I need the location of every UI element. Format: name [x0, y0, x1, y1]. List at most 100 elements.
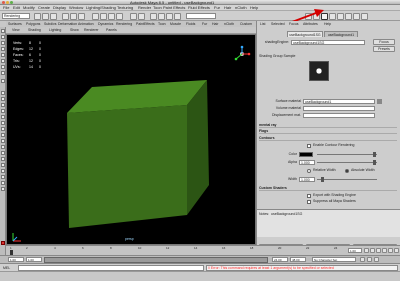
layout-render-icon[interactable] — [1, 121, 5, 125]
playback-start-field[interactable]: 1.00 — [26, 257, 42, 262]
current-frame-field[interactable]: 1.00 — [348, 248, 362, 253]
attr-menu-item[interactable]: Selected — [271, 21, 285, 27]
select-hierarchy-icon[interactable] — [62, 13, 69, 20]
section-contours[interactable]: Contours — [259, 136, 397, 141]
go-to-end-icon[interactable] — [394, 248, 399, 253]
perspective-viewport[interactable]: Verts: Edges: Faces: Tris: UVs: 8 12 6 1… — [6, 34, 256, 245]
alpha-slider[interactable] — [317, 162, 377, 163]
panel-menu-item[interactable]: Lighting — [49, 27, 61, 34]
layout-single-icon[interactable] — [1, 91, 5, 95]
quick-selection-field[interactable] — [186, 13, 216, 19]
export-checkbox[interactable] — [307, 194, 311, 198]
layout-uv-icon[interactable] — [1, 169, 5, 173]
mode-selector[interactable]: Rendering — [2, 13, 30, 19]
attr-menu-item[interactable]: Focus — [289, 21, 299, 27]
color-slider-handle[interactable] — [373, 152, 376, 157]
relative-width-radio[interactable] — [307, 169, 311, 173]
close-icon[interactable] — [2, 1, 5, 4]
manipulator-tool-icon[interactable] — [1, 65, 5, 69]
render-settings-icon[interactable] — [174, 13, 181, 20]
channel-box-icon[interactable] — [345, 13, 352, 20]
auto-key-icon[interactable] — [367, 257, 372, 262]
playback-end-field[interactable]: 24.00 — [272, 257, 288, 262]
tool-settings-icon[interactable] — [329, 13, 336, 20]
play-back-icon[interactable] — [376, 248, 381, 253]
construction-history-icon[interactable] — [138, 13, 145, 20]
layout-custom-icon[interactable] — [1, 151, 5, 155]
layout-persp-graph-icon[interactable] — [1, 109, 5, 113]
open-scene-icon[interactable] — [42, 13, 49, 20]
history-icon[interactable] — [130, 13, 137, 20]
layout-persp-outliner-icon[interactable] — [1, 103, 5, 107]
layout-visor-icon[interactable] — [1, 187, 5, 191]
select-component-icon[interactable] — [78, 13, 85, 20]
map-button-icon[interactable] — [377, 99, 382, 104]
start-time-field[interactable]: 1.00 — [8, 257, 24, 262]
attr-menu-item[interactable]: Attributes — [303, 21, 318, 27]
presets-button[interactable]: Presets — [373, 46, 395, 52]
enable-contour-checkbox[interactable] — [307, 144, 311, 148]
save-scene-icon[interactable] — [50, 13, 57, 20]
step-forward-icon[interactable] — [388, 248, 393, 253]
color-swatch[interactable] — [299, 152, 313, 157]
lasso-tool-icon[interactable] — [1, 35, 5, 39]
width-slider[interactable] — [317, 179, 377, 180]
displacement-material-field[interactable] — [303, 113, 375, 118]
select-tool-icon[interactable] — [1, 29, 5, 33]
snap-point-icon[interactable] — [108, 13, 115, 20]
render-view-icon[interactable] — [150, 13, 157, 20]
layout-dope-icon[interactable] — [1, 133, 5, 137]
minimize-icon[interactable] — [6, 1, 9, 4]
layout-script-icon[interactable] — [1, 175, 5, 179]
paint-select-tool-icon[interactable] — [1, 41, 5, 45]
outliner-icon[interactable] — [353, 13, 360, 20]
end-time-field[interactable]: 48.00 — [290, 257, 306, 262]
color-slider[interactable] — [317, 154, 377, 155]
ipr-render-icon[interactable] — [166, 13, 173, 20]
preferences-icon[interactable] — [374, 257, 379, 262]
new-scene-icon[interactable] — [34, 13, 41, 20]
character-set-field[interactable]: No Character Set — [312, 257, 356, 262]
view-axis-widget-icon[interactable] — [233, 45, 251, 63]
snap-plane-icon[interactable] — [116, 13, 123, 20]
attr-menu-item[interactable]: Help — [324, 21, 331, 27]
key-icon[interactable] — [360, 257, 365, 262]
zoom-icon[interactable] — [10, 1, 13, 4]
layout-outliner-icon[interactable] — [1, 145, 5, 149]
attr-menu-item[interactable]: List — [260, 21, 265, 27]
cube-mesh[interactable] — [47, 65, 217, 240]
snap-grid-icon[interactable] — [92, 13, 99, 20]
width-field[interactable]: 1.000 — [299, 177, 315, 182]
panel-menu-item[interactable]: Renderer — [84, 27, 99, 34]
tab-shading-group[interactable]: useBackground1SG — [287, 31, 323, 37]
select-object-icon[interactable] — [70, 13, 77, 20]
hypershade-icon[interactable] — [361, 13, 368, 20]
render-current-icon[interactable] — [158, 13, 165, 20]
panel-menu-item[interactable]: View — [12, 27, 20, 34]
layout-paint-icon[interactable] — [1, 181, 5, 185]
layout-blend-icon[interactable] — [1, 163, 5, 167]
section-flags[interactable]: Flags — [259, 129, 397, 134]
section-custom-shaders[interactable]: Custom Shaders — [259, 186, 397, 191]
width-slider-handle[interactable] — [321, 177, 324, 182]
rotate-tool-icon[interactable] — [1, 53, 5, 57]
panel-menu-item[interactable]: Shading — [28, 27, 41, 34]
panel-menu-item[interactable]: Show — [70, 27, 79, 34]
layout-hypergraph-icon[interactable] — [1, 139, 5, 143]
surface-material-field[interactable]: useBackground1 — [303, 99, 375, 104]
go-to-start-icon[interactable] — [364, 248, 369, 253]
play-forward-icon[interactable] — [382, 248, 387, 253]
layout-trax-icon[interactable] — [1, 157, 5, 161]
focus-button[interactable]: Focus — [373, 39, 395, 45]
scale-tool-icon[interactable] — [1, 59, 5, 63]
section-mental-ray[interactable]: mental ray — [259, 123, 397, 128]
absolute-width-radio[interactable] — [345, 169, 349, 173]
volume-material-field[interactable] — [303, 106, 375, 111]
layout-graph-icon[interactable] — [1, 127, 5, 131]
alpha-slider-handle[interactable] — [373, 160, 376, 165]
soft-mod-tool-icon[interactable] — [1, 71, 5, 75]
last-tool-icon[interactable] — [1, 79, 5, 83]
snap-curve-icon[interactable] — [100, 13, 107, 20]
alpha-field[interactable]: 1.000 — [299, 160, 315, 165]
suppress-checkbox[interactable] — [307, 200, 311, 204]
